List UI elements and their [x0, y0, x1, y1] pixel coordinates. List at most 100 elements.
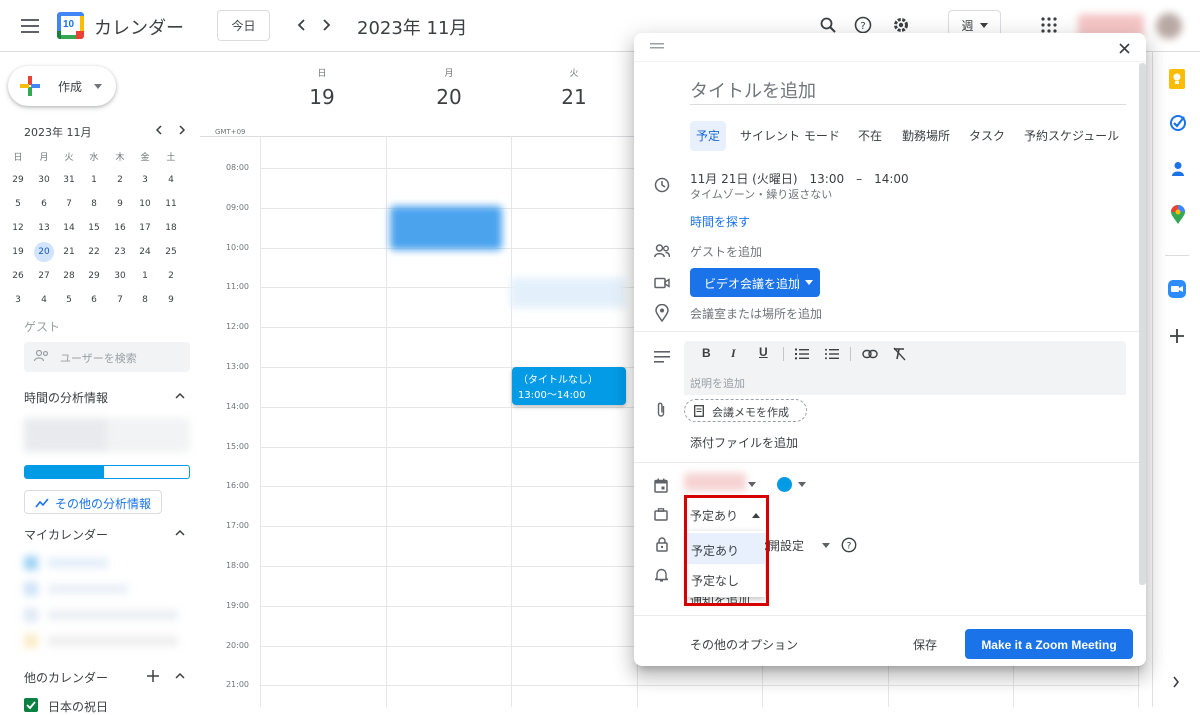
add-attachment-link[interactable]: 添付ファイルを追加	[690, 434, 798, 451]
bold-icon[interactable]: B	[702, 346, 711, 360]
new-event-chip[interactable]: （タイトルなし） 13:00～14:00	[512, 367, 626, 405]
bulleted-list-icon[interactable]	[825, 348, 839, 360]
tab-appointment-schedule[interactable]: 予約スケジュール	[1024, 121, 1119, 151]
avatar[interactable]	[1156, 13, 1182, 39]
day-header-sun[interactable]: 日 19	[292, 66, 352, 109]
mini-calendar-day[interactable]: 4	[160, 170, 182, 190]
search-users-input[interactable]: ユーザーを検索	[24, 342, 190, 372]
main-menu-icon[interactable]	[18, 14, 42, 38]
mini-calendar-day[interactable]: 28	[58, 266, 80, 286]
mini-calendar-day[interactable]: 4	[33, 290, 55, 310]
mini-calendar-day[interactable]: 14	[58, 218, 80, 238]
tab-working-location[interactable]: 勤務場所	[902, 121, 950, 151]
event-datetime[interactable]: 11月 21日 (火曜日) 13:00 – 14:00	[690, 170, 909, 187]
mini-calendar-day[interactable]: 23	[109, 242, 131, 262]
create-button[interactable]: 作成	[8, 66, 116, 106]
help-icon[interactable]: ?	[841, 537, 857, 553]
dialog-scrollbar[interactable]	[1139, 63, 1146, 585]
drag-handle-icon[interactable]	[650, 43, 664, 51]
mini-calendar-next-button[interactable]	[174, 122, 190, 138]
find-time-link[interactable]: 時間を探す	[690, 213, 750, 230]
mini-calendar-day[interactable]: 17	[134, 218, 156, 238]
mini-calendar-day[interactable]: 22	[83, 242, 105, 262]
tab-event[interactable]: 予定	[690, 121, 726, 151]
mini-calendar-day[interactable]: 2	[160, 266, 182, 286]
tab-task[interactable]: タスク	[969, 121, 1005, 151]
mini-calendar-day[interactable]: 21	[58, 242, 80, 262]
collapse-other-calendars-button[interactable]	[172, 668, 188, 684]
mini-calendar-prev-button[interactable]	[150, 122, 166, 138]
blurred-event[interactable]	[510, 278, 625, 308]
expand-side-panel-icon[interactable]	[1172, 676, 1182, 690]
mini-calendar-day[interactable]: 11	[160, 194, 182, 214]
close-icon[interactable]	[1114, 38, 1134, 58]
mini-calendar-day[interactable]: 3	[7, 290, 29, 310]
clear-formatting-icon[interactable]	[892, 347, 906, 361]
underline-icon[interactable]: U	[759, 345, 768, 359]
save-button[interactable]: 保存	[913, 636, 937, 653]
location-input[interactable]: 会議室または場所を追加	[690, 305, 822, 322]
day-header-tue[interactable]: 火 21	[544, 66, 604, 109]
mini-calendar-day[interactable]: 9	[160, 290, 182, 310]
mini-calendar-day[interactable]: 6	[33, 194, 55, 214]
mini-calendar-day[interactable]: 12	[7, 218, 29, 238]
mini-calendar-day[interactable]: 18	[160, 218, 182, 238]
mini-calendar-day[interactable]: 15	[83, 218, 105, 238]
tasks-icon[interactable]	[1169, 114, 1187, 132]
link-icon[interactable]	[862, 349, 878, 359]
contacts-icon[interactable]	[1169, 160, 1187, 178]
more-options-button[interactable]: その他のオプション	[690, 636, 798, 653]
holiday-calendar-checkbox[interactable]	[24, 698, 38, 712]
mini-calendar-day[interactable]: 7	[58, 194, 80, 214]
zoom-meeting-button[interactable]: Make it a Zoom Meeting	[965, 629, 1133, 659]
numbered-list-icon[interactable]	[795, 348, 809, 360]
timezone-repeat[interactable]: タイムゾーン・繰り返さない	[690, 186, 832, 202]
previous-week-button[interactable]	[290, 14, 312, 36]
mini-calendar-day[interactable]: 8	[83, 194, 105, 214]
mini-calendar-day[interactable]: 27	[33, 266, 55, 286]
more-insights-button[interactable]: その他の分析情報	[24, 490, 162, 514]
mini-calendar-day[interactable]: 10	[134, 194, 156, 214]
mini-calendar-day[interactable]: 6	[83, 290, 105, 310]
mini-calendar-day[interactable]: 30	[109, 266, 131, 286]
mini-calendar-day[interactable]: 1	[134, 266, 156, 286]
create-meeting-notes-button[interactable]: 会議メモを作成	[684, 399, 807, 422]
add-guests-input[interactable]: ゲストを追加	[690, 243, 762, 260]
collapse-time-insights-button[interactable]	[172, 388, 188, 404]
collapse-my-calendars-button[interactable]	[172, 525, 188, 541]
mini-calendar-day[interactable]: 7	[109, 290, 131, 310]
add-addon-icon[interactable]	[1170, 329, 1184, 343]
italic-icon[interactable]: I	[731, 346, 736, 361]
mini-calendar-day[interactable]: 26	[7, 266, 29, 286]
zoom-icon[interactable]	[1168, 280, 1186, 298]
calendar-select[interactable]	[684, 473, 746, 491]
blurred-event[interactable]	[390, 206, 502, 250]
mini-calendar-day[interactable]: 31	[58, 170, 80, 190]
keep-icon[interactable]	[1169, 69, 1185, 89]
mini-calendar-day[interactable]: 13	[33, 218, 55, 238]
tab-focus-time[interactable]: サイレント モード	[740, 121, 840, 151]
mini-calendar-day[interactable]: 30	[33, 170, 55, 190]
day-header-mon[interactable]: 月 20	[419, 66, 479, 109]
event-color-swatch[interactable]	[777, 477, 792, 492]
mini-calendar-day[interactable]: 20	[34, 242, 54, 262]
mini-calendar-day[interactable]: 24	[134, 242, 156, 262]
mini-calendar-day[interactable]: 5	[7, 194, 29, 214]
description-editor[interactable]: B I U 説明を追加	[684, 341, 1126, 395]
mini-calendar-day[interactable]: 3	[134, 170, 156, 190]
tab-out-of-office[interactable]: 不在	[858, 121, 882, 151]
title-input[interactable]: タイトルを追加	[690, 77, 1126, 105]
mini-calendar-day[interactable]: 29	[83, 266, 105, 286]
add-other-calendar-button[interactable]	[145, 668, 161, 684]
today-button[interactable]: 今日	[217, 10, 270, 41]
mini-calendar-day[interactable]: 8	[134, 290, 156, 310]
mini-calendar-day[interactable]: 19	[7, 242, 29, 262]
mini-calendar-day[interactable]: 9	[109, 194, 131, 214]
calendar-logo-icon[interactable]: 10	[57, 12, 84, 39]
mini-calendar-day[interactable]: 29	[7, 170, 29, 190]
mini-calendar-day[interactable]: 5	[58, 290, 80, 310]
mini-calendar-day[interactable]: 2	[109, 170, 131, 190]
mini-calendar-day[interactable]: 1	[83, 170, 105, 190]
mini-calendar-day[interactable]: 25	[160, 242, 182, 262]
maps-icon[interactable]	[1170, 205, 1186, 225]
